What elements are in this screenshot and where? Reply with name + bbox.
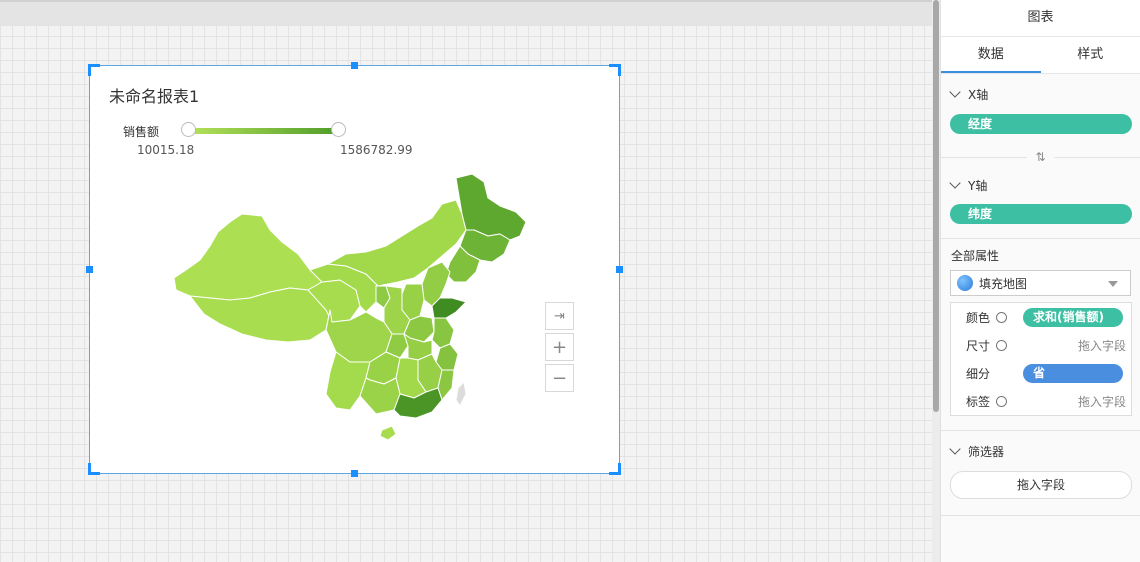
panel-tabs: 数据 样式 <box>941 37 1140 74</box>
tab-style[interactable]: 样式 <box>1041 37 1140 73</box>
map-zoom-in-button[interactable]: + <box>545 333 574 361</box>
map-zoom-out-button[interactable]: − <box>545 364 574 392</box>
resize-handle-bottom-left[interactable] <box>88 463 100 475</box>
prop-row-detail: 细分 省 <box>951 359 1131 387</box>
chart-widget[interactable]: 未命名报表1 销售额 10015.18 1586782.99 ⇥ + − <box>86 62 623 477</box>
y-axis-label: Y轴 <box>968 178 988 193</box>
prop-label-detail: 细分 <box>966 366 991 381</box>
chart-title: 未命名报表1 <box>109 87 200 106</box>
region-jiangsu[interactable] <box>431 317 455 349</box>
swap-icon: ⇅ <box>1027 150 1054 164</box>
region-xinjiang[interactable] <box>173 213 323 301</box>
pin-icon: ⇥ <box>554 308 565 324</box>
x-axis-header[interactable]: X轴 <box>941 74 1140 114</box>
legend-gradient-bar <box>189 128 339 134</box>
chart-properties-panel: 图表 数据 样式 X轴 经度 ⇅ Y轴 纬度 全部属性 填充地图 颜色 求和(销… <box>940 0 1140 562</box>
label-drop-zone[interactable]: 拖入字段 <box>1078 393 1126 410</box>
resize-handle-top[interactable] <box>351 62 358 69</box>
resize-handle-bottom-right[interactable] <box>609 463 621 475</box>
x-axis-field-pill[interactable]: 经度 <box>950 114 1132 134</box>
all-properties-label: 全部属性 <box>951 249 1000 263</box>
globe-icon <box>957 275 973 291</box>
canvas-scrollbar[interactable] <box>932 0 940 562</box>
prop-label-label: 标签 <box>966 394 991 409</box>
y-axis-header[interactable]: Y轴 <box>941 166 1140 204</box>
filter-label: 筛选器 <box>968 444 1005 459</box>
legend-max-handle[interactable] <box>331 122 346 137</box>
mark-properties-box: 颜色 求和(销售额) 尺寸 拖入字段 细分 省 标签 拖入字段 <box>950 302 1132 416</box>
chevron-down-icon <box>949 443 961 455</box>
map-reset-button[interactable]: ⇥ <box>545 302 574 330</box>
report-canvas[interactable]: 未命名报表1 销售额 10015.18 1586782.99 ⇥ + − <box>0 0 932 562</box>
prop-label-color: 颜色 <box>966 310 991 325</box>
resize-handle-top-left[interactable] <box>88 64 100 76</box>
region-taiwan[interactable] <box>455 381 467 407</box>
resize-handle-bottom[interactable] <box>351 470 358 477</box>
color-field-pill[interactable]: 求和(销售额) <box>1023 307 1123 327</box>
china-map[interactable] <box>170 174 540 444</box>
x-axis-label: X轴 <box>968 87 989 102</box>
gear-icon[interactable] <box>996 311 1007 323</box>
detail-field-pill[interactable]: 省 <box>1023 363 1123 383</box>
prop-row-label: 标签 拖入字段 <box>951 387 1131 415</box>
swap-axes-button[interactable]: ⇅ <box>941 148 1140 166</box>
scrollbar-thumb[interactable] <box>933 0 939 412</box>
chart-type-value: 填充地图 <box>979 276 1028 291</box>
gear-icon[interactable] <box>996 395 1007 407</box>
legend-min-value: 10015.18 <box>137 143 195 157</box>
filter-drop-zone[interactable]: 拖入字段 <box>950 471 1132 499</box>
region-hainan[interactable] <box>379 425 397 441</box>
legend-min-handle[interactable] <box>181 122 196 137</box>
region-shandong[interactable] <box>431 297 467 319</box>
size-drop-zone[interactable]: 拖入字段 <box>1078 337 1126 354</box>
prop-row-size: 尺寸 拖入字段 <box>951 331 1131 359</box>
resize-handle-top-right[interactable] <box>609 64 621 76</box>
filter-header[interactable]: 筛选器 <box>941 431 1140 471</box>
tab-data[interactable]: 数据 <box>941 37 1041 73</box>
resize-handle-left[interactable] <box>86 266 93 273</box>
gear-icon[interactable] <box>996 339 1007 351</box>
panel-title: 图表 <box>941 0 1140 37</box>
prop-row-color: 颜色 求和(销售额) <box>951 303 1131 331</box>
legend-max-value: 1586782.99 <box>340 143 413 157</box>
y-axis-field-pill[interactable]: 纬度 <box>950 204 1132 224</box>
resize-handle-right[interactable] <box>616 266 623 273</box>
chevron-down-icon <box>949 86 961 98</box>
plus-icon: + <box>551 336 568 358</box>
chevron-down-icon <box>949 177 961 189</box>
prop-label-size: 尺寸 <box>966 338 991 353</box>
canvas-toolbar <box>0 0 932 26</box>
dropdown-arrow-icon <box>1108 281 1118 287</box>
legend-label: 销售额 <box>123 125 160 139</box>
chart-type-select[interactable]: 填充地图 <box>950 270 1131 296</box>
minus-icon: − <box>551 367 568 389</box>
